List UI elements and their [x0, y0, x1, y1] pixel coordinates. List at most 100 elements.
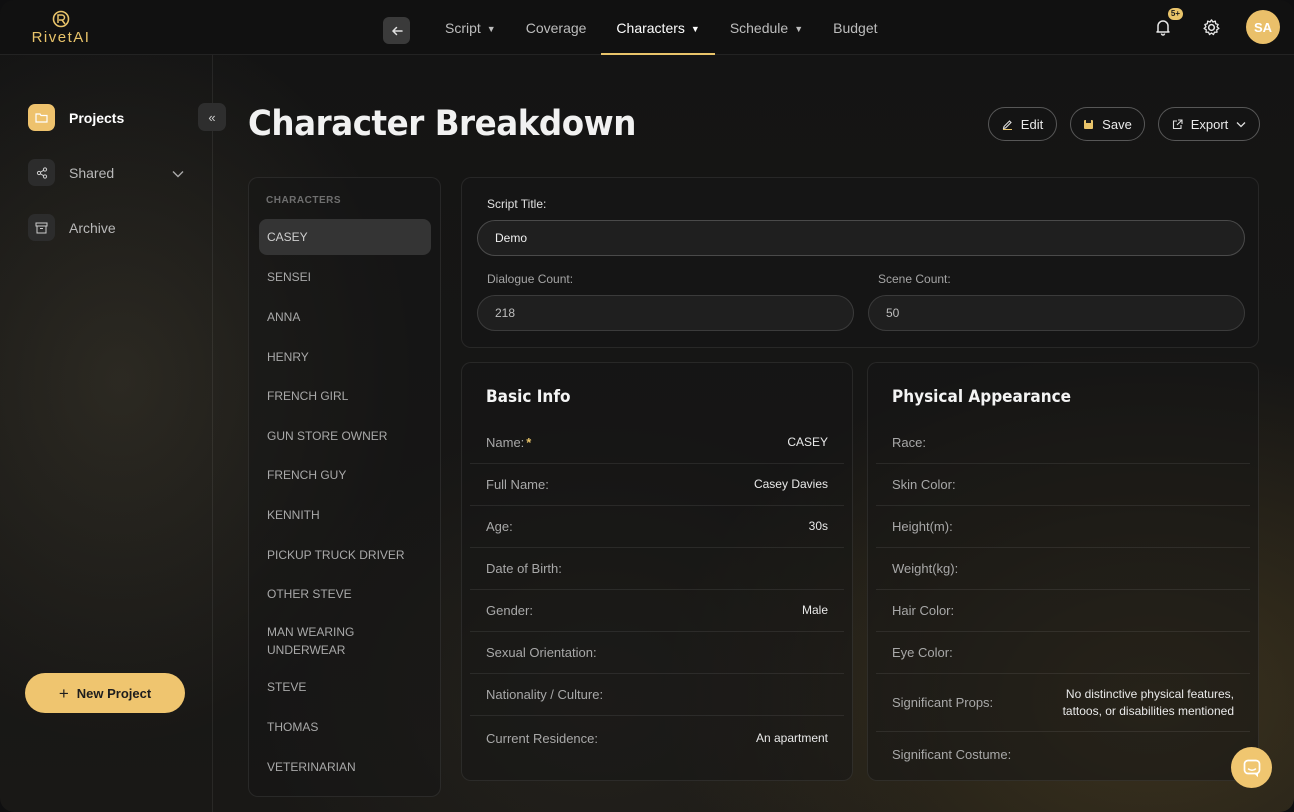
list-item[interactable]: STEVE: [259, 678, 431, 696]
sidebar: Projects « Shared Archive + New Project: [0, 55, 226, 812]
table-row[interactable]: Nationality / Culture:: [470, 674, 844, 716]
settings-button[interactable]: [1198, 14, 1224, 40]
row-label: Age:: [486, 519, 513, 534]
top-bar: RivetAI Script ▼ Coverage Characters ▼ S…: [0, 0, 1294, 55]
nav-coverage-label: Coverage: [525, 19, 587, 36]
nav-characters[interactable]: Characters ▼: [601, 0, 716, 55]
sidebar-item-label: Archive: [69, 219, 116, 236]
table-row[interactable]: Current Residence: An apartment: [470, 717, 844, 759]
new-project-button[interactable]: + New Project: [25, 673, 185, 713]
name-label: Name:: [486, 435, 525, 450]
table-row[interactable]: Full Name: Casey Davies: [470, 464, 844, 506]
nav-budget[interactable]: Budget: [818, 0, 892, 55]
sidebar-item-label: Shared: [69, 164, 115, 181]
main-nav: Script ▼ Coverage Characters ▼ Schedule …: [430, 0, 893, 55]
table-row[interactable]: Significant Props: No distinctive physic…: [876, 674, 1250, 732]
export-button[interactable]: Export: [1158, 107, 1260, 141]
logo-icon: [52, 10, 70, 28]
scene-count-field[interactable]: 50: [868, 295, 1245, 331]
list-item[interactable]: FRENCH GUY: [259, 466, 431, 484]
table-row[interactable]: Height(m):: [876, 506, 1250, 548]
row-value: CASEY: [787, 435, 828, 449]
chevron-down-icon: [1236, 121, 1246, 127]
sidebar-item-shared[interactable]: Shared: [28, 159, 184, 186]
edit-button[interactable]: Edit: [988, 107, 1057, 141]
collapse-sidebar-button[interactable]: «: [198, 103, 226, 131]
sidebar-item-label: Projects: [69, 109, 125, 126]
row-value: Casey Davies: [753, 477, 828, 491]
table-row[interactable]: Weight(kg):: [876, 548, 1250, 590]
table-row[interactable]: Date of Birth:: [470, 548, 844, 590]
basic-info-title: Basic Info: [486, 387, 571, 407]
export-icon: [1172, 118, 1183, 129]
characters-panel: CHARACTERS CASEY SENSEI ANNA HENRY FRENC…: [248, 177, 441, 797]
row-label: Full Name:: [486, 477, 549, 492]
list-item[interactable]: MAN WEARING UNDERWEAR: [259, 623, 379, 659]
row-label: Skin Color:: [892, 477, 956, 492]
list-item[interactable]: CASEY: [259, 219, 431, 255]
list-item[interactable]: FRENCH GIRL: [259, 387, 431, 405]
basic-info-card: Basic Info Name: * CASEY Full Name: Casey…: [461, 362, 853, 781]
row-label: Sexual Orientation:: [486, 645, 597, 660]
new-project-label: New Project: [76, 685, 152, 701]
row-label: Significant Costume:: [892, 746, 1012, 762]
chevron-down-icon: ▼: [486, 23, 496, 34]
chat-support-button[interactable]: [1231, 747, 1272, 788]
dialogue-count-field[interactable]: 218: [477, 295, 854, 331]
table-row[interactable]: Race:: [876, 422, 1250, 464]
row-value: No distinctive physical features, tattoo…: [1062, 686, 1234, 718]
nav-budget-label: Budget: [833, 19, 878, 36]
row-value: 30s: [808, 519, 828, 533]
nav-schedule-label: Schedule: [729, 19, 789, 36]
characters-heading: CHARACTERS: [266, 195, 341, 206]
archive-icon: [28, 214, 55, 241]
row-label: Date of Birth:: [486, 561, 562, 576]
list-item[interactable]: PICKUP TRUCK DRIVER: [259, 546, 431, 564]
notification-badge: 5+: [1167, 8, 1183, 20]
dialogue-count-label: Dialogue Count:: [487, 272, 574, 286]
list-item[interactable]: ANNA: [259, 308, 431, 326]
row-label: Weight(kg):: [892, 561, 959, 576]
list-item[interactable]: KENNITH: [259, 506, 431, 524]
sidebar-item-projects[interactable]: Projects: [28, 104, 124, 131]
list-item[interactable]: VETERINARIAN: [259, 758, 431, 776]
pencil-icon: [1002, 119, 1012, 130]
chevron-down-icon: ▼: [794, 23, 804, 34]
export-label: Export: [1190, 116, 1229, 132]
row-label: Height(m):: [892, 519, 953, 534]
avatar[interactable]: SA: [1246, 10, 1280, 44]
table-row[interactable]: Name: * CASEY: [470, 422, 844, 464]
list-item[interactable]: OTHER STEVE: [259, 585, 431, 603]
logo[interactable]: RivetAI: [26, 10, 96, 46]
nav-schedule[interactable]: Schedule ▼: [715, 0, 818, 55]
list-item[interactable]: THOMAS: [259, 718, 431, 736]
list-item[interactable]: GUN STORE OWNER: [259, 427, 431, 445]
notifications-button[interactable]: 5+: [1150, 8, 1183, 40]
table-row[interactable]: Eye Color:: [876, 632, 1250, 674]
row-label: Gender:: [486, 603, 533, 618]
sidebar-item-archive[interactable]: Archive: [28, 214, 116, 241]
nav-script[interactable]: Script ▼: [430, 0, 511, 55]
list-item[interactable]: HENRY: [259, 348, 431, 366]
bell-icon: [1156, 20, 1170, 36]
table-row[interactable]: Skin Color:: [876, 464, 1250, 506]
arrow-left-icon: [391, 26, 403, 35]
table-row[interactable]: Significant Costume:: [876, 733, 1250, 775]
nav-coverage[interactable]: Coverage: [511, 0, 602, 55]
table-row[interactable]: Hair Color:: [876, 590, 1250, 632]
back-button[interactable]: [383, 17, 410, 44]
physical-appearance-title: Physical Appearance: [892, 387, 1072, 407]
save-button[interactable]: Save: [1070, 107, 1145, 141]
row-label: Eye Color:: [892, 645, 953, 660]
table-row[interactable]: Gender: Male: [470, 590, 844, 632]
table-row[interactable]: Age: 30s: [470, 506, 844, 548]
share-icon: [28, 159, 55, 186]
row-label: Current Residence:: [486, 730, 598, 746]
script-title-field[interactable]: Demo: [477, 220, 1245, 256]
chat-icon: [1243, 759, 1260, 777]
save-icon: [1084, 119, 1094, 129]
table-row[interactable]: Sexual Orientation:: [470, 632, 844, 674]
list-item[interactable]: SENSEI: [259, 268, 431, 286]
chevron-down-icon[interactable]: [172, 165, 184, 181]
row-label: Significant Props:: [892, 695, 994, 710]
